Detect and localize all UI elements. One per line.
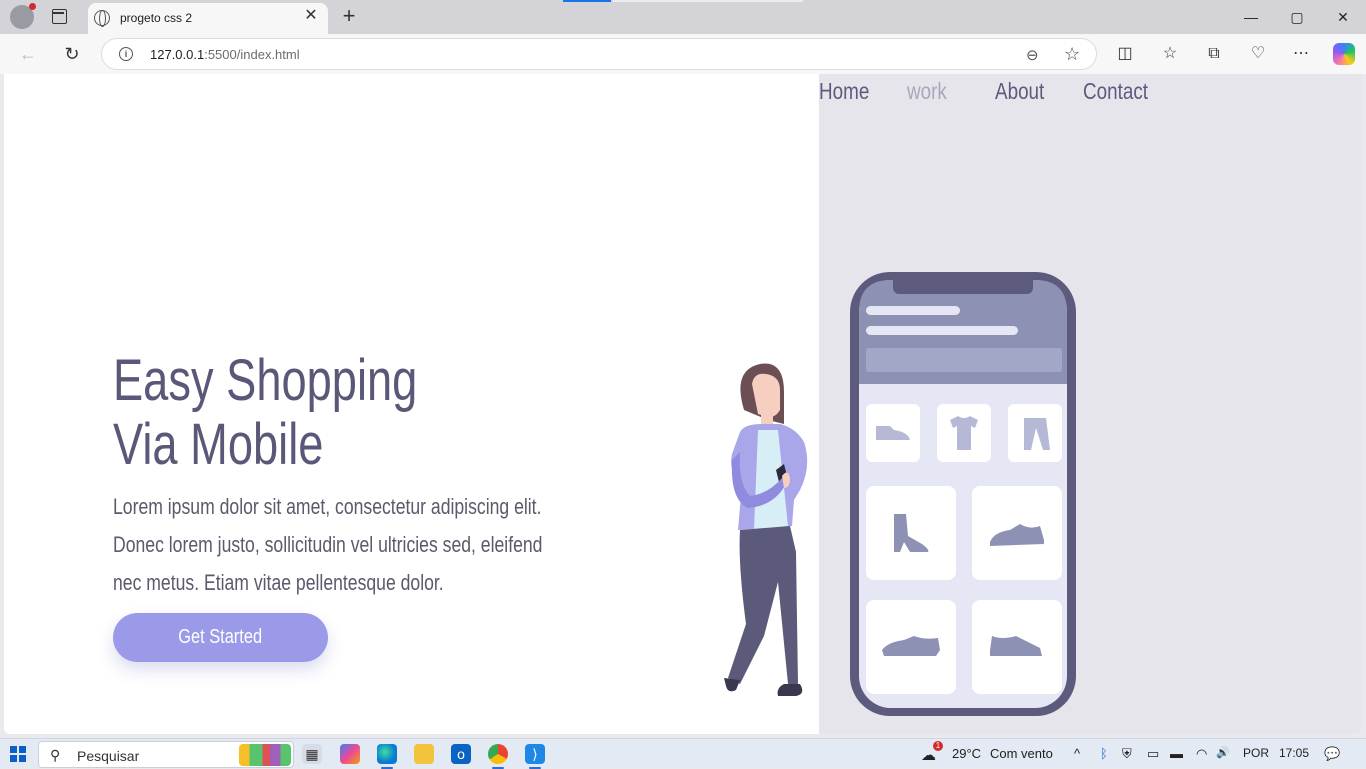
weather-text[interactable]: Com vento [990, 746, 1053, 761]
search-icon: ⚲ [50, 747, 61, 763]
favorites-icon[interactable]: ☆ [1160, 44, 1180, 64]
woman-illustration [724, 363, 808, 696]
show-hidden-icons-chevron-icon[interactable]: ^ [1074, 746, 1080, 761]
search-placeholder: Pesquisar [77, 748, 140, 764]
nav-link-work[interactable]: work [907, 78, 950, 105]
wifi-icon[interactable]: ◠ [1196, 746, 1207, 762]
windows-taskbar: ⚲ Pesquisar ▦ o ⟩ ☁ 29°C Com vento ^ ᛒ ⛨… [0, 738, 1366, 769]
tab-indicator [613, 0, 803, 2]
copilot-icon[interactable] [1333, 43, 1355, 65]
hero-title-line1: Easy Shopping [113, 348, 418, 413]
zoom-icon[interactable]: ⊖ [1026, 46, 1039, 64]
url-path: :5500/index.html [204, 47, 300, 62]
weather-temp[interactable]: 29°C [952, 746, 981, 761]
more-icon[interactable]: ⋯ [1291, 44, 1311, 64]
main-nav: Home work About Contact [819, 78, 1151, 105]
browser-toolbar: ← ↻ i 127.0.0.1:5500/index.html ⊖ ☆ ◫ ☆ … [0, 34, 1366, 74]
hero-description: Lorem ipsum dolor sit amet, consectetur … [113, 494, 543, 595]
get-started-label: Get Started [178, 626, 263, 648]
security-shield-icon[interactable]: ⛨ [1122, 746, 1132, 762]
site-info-icon[interactable]: i [119, 47, 133, 61]
page-viewport: Home work About Contact Easy Shopping Vi… [4, 74, 1362, 734]
close-window-button[interactable]: ✕ [1331, 6, 1355, 28]
tab-title: progeto css 2 [120, 11, 193, 25]
volume-icon[interactable]: 🔊 [1216, 746, 1230, 759]
loading-indicator [563, 0, 611, 2]
meet-icon[interactable]: ▭ [1147, 746, 1159, 762]
get-started-button[interactable]: Get Started [113, 613, 328, 662]
taskbar-search[interactable]: ⚲ Pesquisar [38, 741, 294, 768]
chrome-icon[interactable] [488, 744, 508, 769]
split-screen-icon[interactable]: ◫ [1115, 44, 1135, 64]
copilot-app-icon[interactable] [340, 744, 360, 764]
restore-button[interactable]: ▢ [1285, 6, 1309, 28]
file-explorer-icon[interactable] [414, 744, 434, 764]
task-view-icon[interactable]: ▦ [302, 744, 322, 764]
tab-strip: progeto css 2 ✕ + — ▢ ✕ [0, 0, 1366, 34]
edge-icon[interactable] [377, 744, 397, 769]
nav-link-about[interactable]: About [995, 78, 1044, 105]
refresh-button[interactable]: ↻ [61, 43, 83, 65]
start-button[interactable] [10, 746, 26, 762]
nav-link-home[interactable]: Home [819, 78, 869, 105]
vscode-icon[interactable]: ⟩ [525, 744, 545, 769]
notifications-icon[interactable]: 💬 [1324, 746, 1340, 762]
input-language[interactable]: POR [1243, 746, 1269, 760]
browser-essentials-icon[interactable]: ♡ [1248, 44, 1268, 64]
outlook-icon[interactable]: o [451, 744, 471, 764]
hero-title-line2: Via Mobile [113, 412, 324, 477]
phone-illustration [850, 272, 1076, 716]
minimize-button[interactable]: — [1239, 6, 1263, 28]
back-button[interactable]: ← [17, 43, 39, 65]
browser-tab[interactable]: progeto css 2 ✕ [88, 3, 328, 34]
tab-actions-icon[interactable] [52, 9, 67, 24]
address-bar[interactable]: i 127.0.0.1:5500/index.html ⊖ ☆ [101, 38, 1097, 70]
weather-alert-badge: 1 [933, 741, 943, 751]
nav-link-contact[interactable]: Contact [1083, 78, 1148, 105]
hero-title: Easy Shopping Via Mobile [113, 349, 417, 477]
url-host: 127.0.0.1 [150, 47, 205, 62]
add-favorite-icon[interactable]: ☆ [1064, 44, 1080, 65]
battery-icon[interactable]: ▬ [1170, 746, 1183, 761]
new-tab-button[interactable]: + [339, 4, 359, 28]
collections-icon[interactable]: ⧉ [1204, 44, 1224, 64]
url-text[interactable]: 127.0.0.1:5500/index.html [150, 47, 300, 62]
search-highlight-icon [239, 744, 291, 766]
globe-icon [94, 10, 110, 27]
close-tab-icon[interactable]: ✕ [302, 7, 320, 25]
clock-time[interactable]: 17:05 [1279, 746, 1309, 760]
profile-avatar-icon[interactable] [10, 3, 36, 29]
bluetooth-icon[interactable]: ᛒ [1100, 746, 1108, 761]
shopping-illustration [724, 272, 1076, 716]
